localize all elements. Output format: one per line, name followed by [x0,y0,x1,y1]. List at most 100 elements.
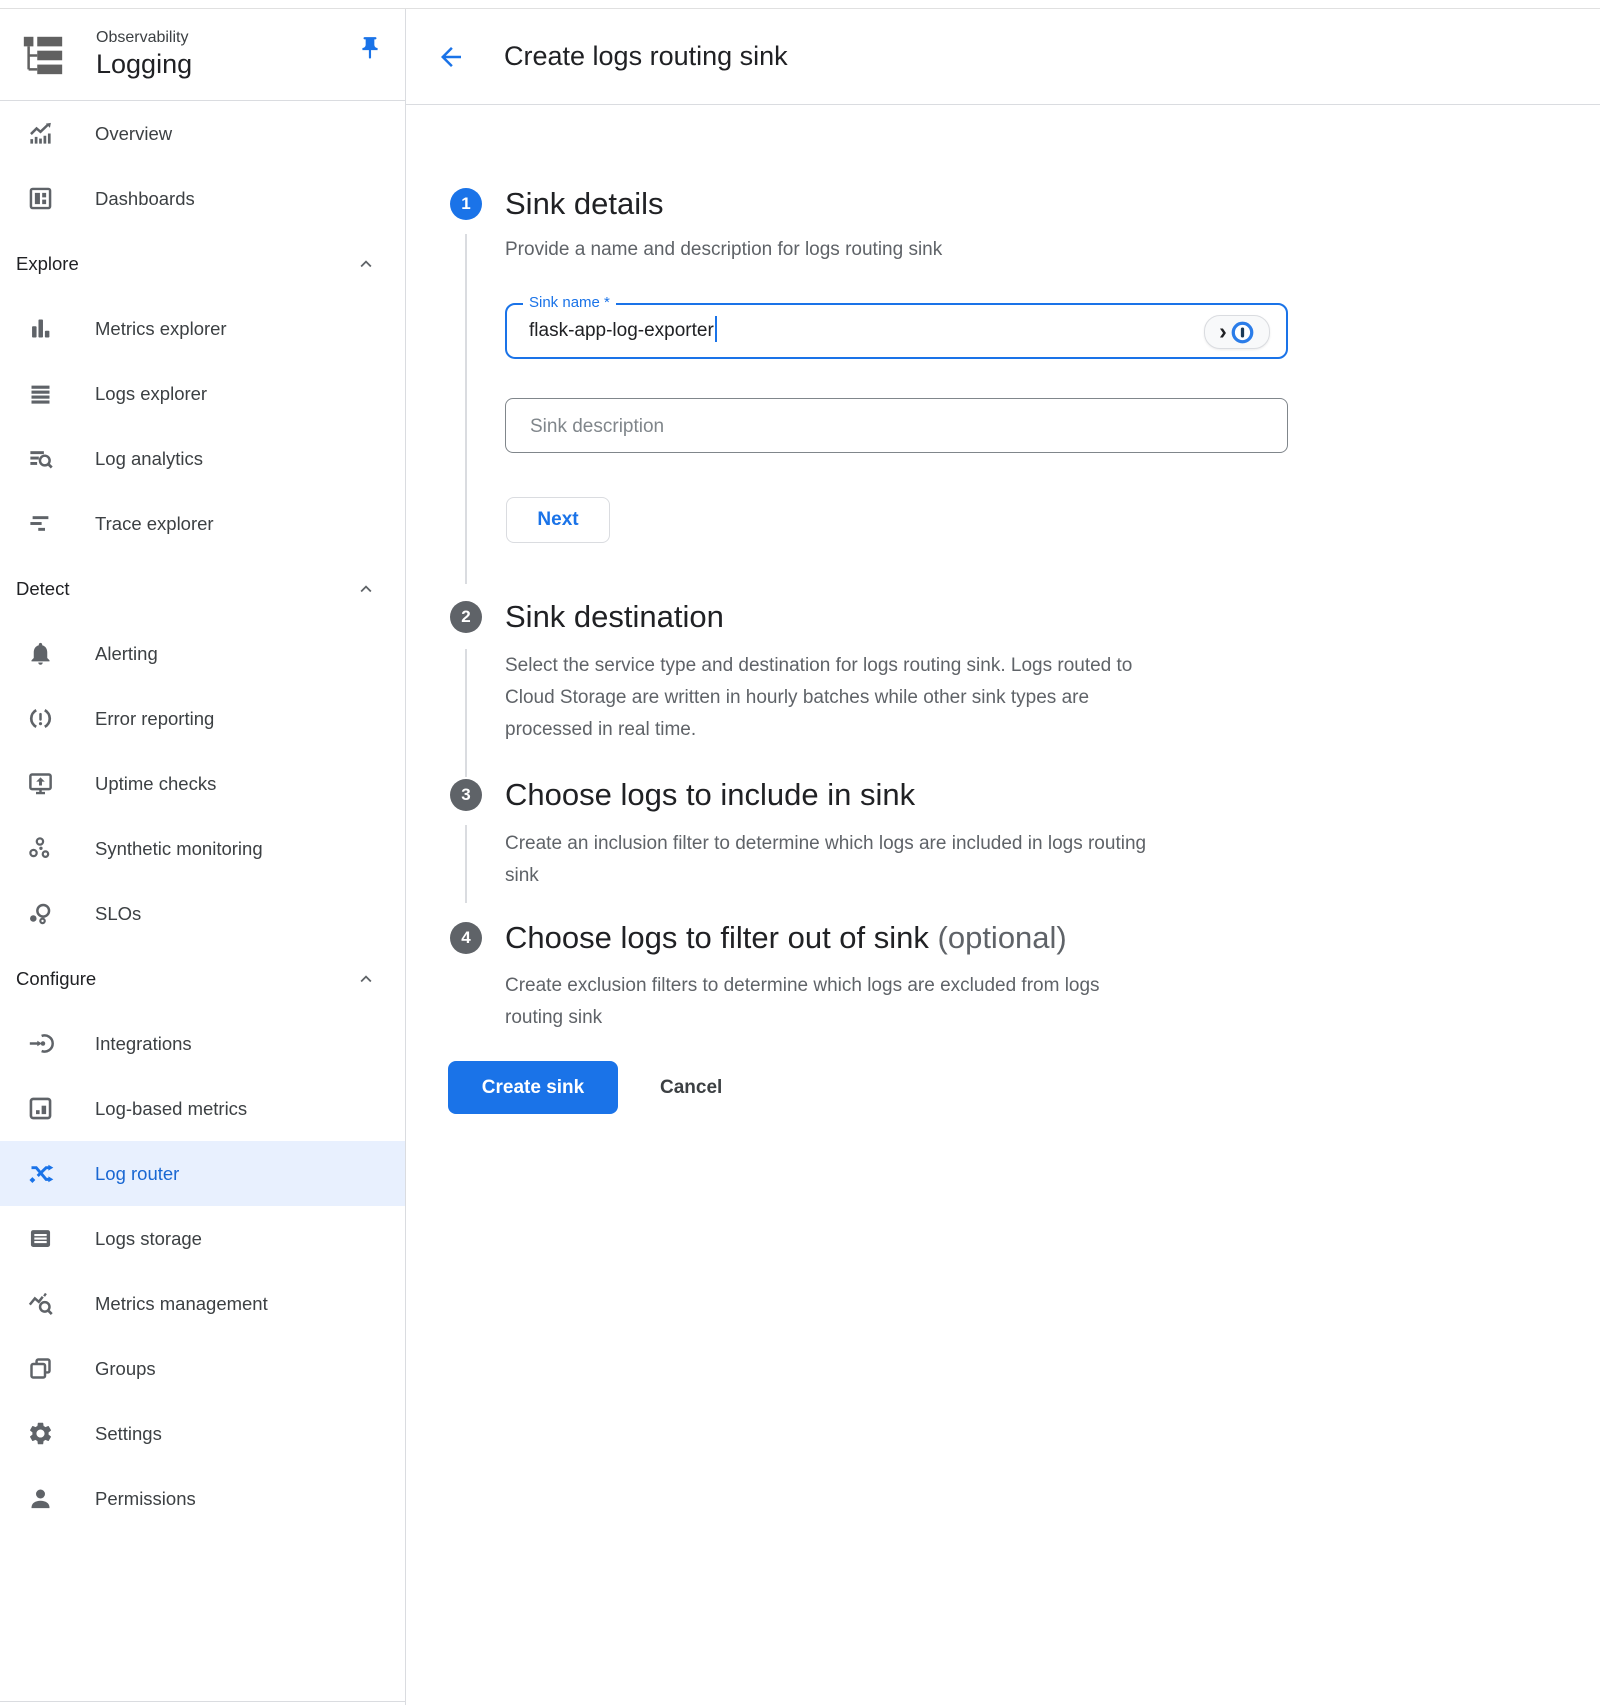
sidebar-item-slos[interactable]: SLOs [0,881,405,946]
logging-logo-icon [20,32,66,78]
sidebar-section-configure[interactable]: Configure [0,946,405,1011]
sidebar-item-label: Alerting [95,643,158,665]
step-4-indicator: 4 [450,922,482,954]
metrics-explorer-icon [27,315,54,342]
chevron-up-icon[interactable] [355,253,377,275]
trace-explorer-icon [27,510,54,537]
sidebar-item-logs-explorer[interactable]: Logs explorer [0,361,405,426]
sidebar-item-label: Groups [95,1358,156,1380]
text-cursor [715,316,717,342]
step-title-text: Choose logs to filter out of sink [505,920,929,955]
step-title-text: Choose logs to include in sink [505,777,915,812]
page-header: Create logs routing sink [406,9,1600,105]
sidebar-item-integrations[interactable]: Integrations [0,1011,405,1076]
uptime-checks-icon [27,770,54,797]
sidebar-item-log-analytics[interactable]: Log analytics [0,426,405,491]
sidebar-item-label: SLOs [95,903,141,925]
step-4-description: Create exclusion filters to determine wh… [505,970,1265,1034]
sidebar-item-logs-storage[interactable]: Logs storage [0,1206,405,1271]
sidebar-item-label: Integrations [95,1033,192,1055]
sidebar-item-label: Log router [95,1163,179,1185]
chevron-right-icon: › [1219,317,1227,345]
sidebar-section-label: Configure [16,968,96,990]
step-2-description: Select the service type and destination … [505,650,1285,746]
sidebar-item-synthetic-monitoring[interactable]: Synthetic monitoring [0,816,405,881]
step-2-indicator: 2 [450,601,482,633]
sidebar-header: Observability Logging [0,9,405,101]
sink-name-value[interactable]: flask-app-log-exporter [529,305,717,357]
page-title: Create logs routing sink [504,41,788,72]
sidebar-item-label: Uptime checks [95,773,216,795]
sidebar-item-alerting[interactable]: Alerting [0,621,405,686]
sidebar-item-log-based-metrics[interactable]: Log-based metrics [0,1076,405,1141]
sidebar-bottom-divider [0,1701,405,1702]
step-title-text: Sink destination [505,599,724,634]
cancel-button[interactable]: Cancel [642,1061,740,1114]
sink-name-field[interactable]: Sink name * flask-app-log-exporter › [505,303,1288,359]
chevron-up-icon[interactable] [355,968,377,990]
sidebar-item-groups[interactable]: Groups [0,1336,405,1401]
sidebar-item-label: Log-based metrics [95,1098,247,1120]
sidebar-item-permissions[interactable]: Permissions [0,1466,405,1531]
step-number: 4 [461,928,470,948]
sidebar-item-label: Dashboards [95,188,195,210]
sidebar-item-label: Metrics explorer [95,318,227,340]
sidebar-item-log-router[interactable]: Log router [0,1141,405,1206]
log-analytics-icon [27,445,54,472]
groups-icon [27,1355,54,1382]
arrow-back-icon [436,42,466,72]
sidebar-item-error-reporting[interactable]: Error reporting [0,686,405,751]
sidebar-item-trace-explorer[interactable]: Trace explorer [0,491,405,556]
next-button[interactable]: Next [506,497,610,543]
sidebar-item-label: Logs storage [95,1228,202,1250]
sidebar-item-label: Permissions [95,1488,196,1510]
sidebar-section-label: Detect [16,578,69,600]
sidebar-item-uptime-checks[interactable]: Uptime checks [0,751,405,816]
sidebar-section-detect[interactable]: Detect [0,556,405,621]
sidebar-nav: Overview Dashboards Explore Metrics expl… [0,101,405,1531]
sidebar-item-label: Error reporting [95,708,214,730]
metrics-management-icon [27,1290,54,1317]
step-3-title: Choose logs to include in sink [505,775,915,815]
sidebar-item-label: Synthetic monitoring [95,838,263,860]
log-router-icon [27,1160,54,1187]
sidebar: Observability Logging Overview Dashboard… [0,9,406,1705]
step-1-description: Provide a name and description for logs … [505,234,1225,266]
sidebar-item-label: Settings [95,1423,162,1445]
step-1-indicator: 1 [450,188,482,220]
sidebar-item-label: Metrics management [95,1293,268,1315]
create-sink-button[interactable]: Create sink [448,1061,618,1114]
error-reporting-icon [27,705,54,732]
slos-icon [27,900,54,927]
sink-description-field[interactable] [505,398,1288,453]
sink-description-input[interactable] [528,399,1232,454]
chevron-up-icon[interactable] [355,578,377,600]
sidebar-item-dashboards[interactable]: Dashboards [0,166,405,231]
sidebar-item-metrics-management[interactable]: Metrics management [0,1271,405,1336]
logs-storage-icon [27,1225,54,1252]
gcp-logging-create-sink-page: Observability Logging Overview Dashboard… [0,0,1600,1705]
password-manager-badge[interactable]: › [1204,315,1270,349]
sidebar-item-settings[interactable]: Settings [0,1401,405,1466]
sidebar-section-explore[interactable]: Explore [0,231,405,296]
sidebar-item-label: Logs explorer [95,383,207,405]
step-4-title: Choose logs to filter out of sink (optio… [505,918,1067,958]
sidebar-item-label: Log analytics [95,448,203,470]
sidebar-item-overview[interactable]: Overview [0,101,405,166]
log-based-metrics-icon [27,1095,54,1122]
step-number: 2 [461,607,470,627]
step-number: 3 [461,785,470,805]
sink-name-text: flask-app-log-exporter [529,320,714,341]
pin-icon[interactable] [357,35,383,67]
overview-icon [27,120,54,147]
sidebar-header-titles: Observability Logging [96,28,192,81]
sidebar-item-metrics-explorer[interactable]: Metrics explorer [0,296,405,361]
back-button[interactable] [436,42,466,72]
integrations-icon [27,1030,54,1057]
sidebar-item-label: Overview [95,123,172,145]
step-number: 1 [461,194,470,214]
1password-icon[interactable] [1230,320,1255,345]
sidebar-item-label: Trace explorer [95,513,214,535]
step-connector [465,649,467,777]
step-2-title: Sink destination [505,597,724,637]
